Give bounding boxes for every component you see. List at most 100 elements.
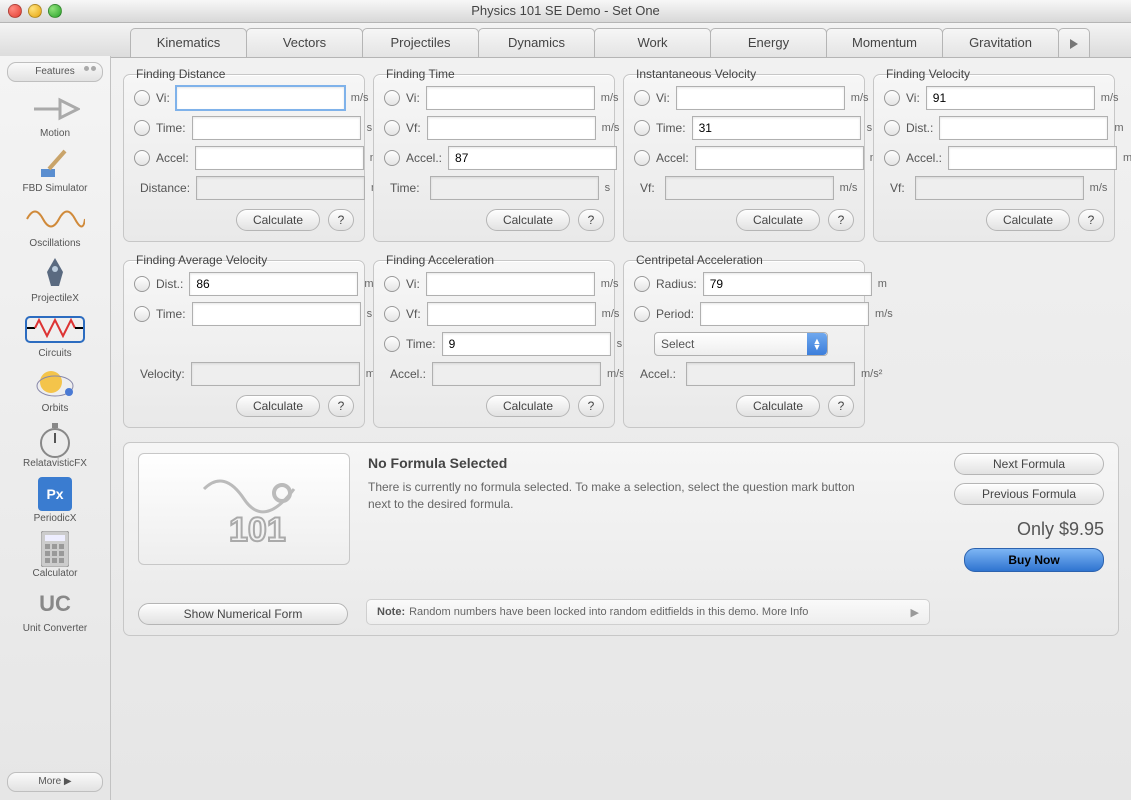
radio[interactable] xyxy=(384,306,400,322)
help-button[interactable]: ? xyxy=(328,395,354,417)
accel-input[interactable] xyxy=(195,146,364,170)
vi-input[interactable] xyxy=(676,86,845,110)
calculate-button[interactable]: Calculate xyxy=(236,395,320,417)
radio[interactable] xyxy=(384,120,400,136)
time-input[interactable] xyxy=(192,116,361,140)
features-header[interactable]: Features xyxy=(7,62,103,82)
minimize-icon[interactable] xyxy=(28,4,42,18)
radio[interactable] xyxy=(634,306,650,322)
zoom-icon[interactable] xyxy=(48,4,62,18)
time-input[interactable] xyxy=(692,116,861,140)
calculate-button[interactable]: Calculate xyxy=(486,209,570,231)
help-button[interactable]: ? xyxy=(578,395,604,417)
radio[interactable] xyxy=(134,120,150,136)
calculate-button[interactable]: Calculate xyxy=(486,395,570,417)
accel-output xyxy=(686,362,855,386)
accel-input[interactable] xyxy=(695,146,864,170)
radio[interactable] xyxy=(884,90,900,106)
tab-energy[interactable]: Energy xyxy=(710,28,827,57)
radius-input[interactable] xyxy=(703,272,872,296)
sidebar-item-motion[interactable]: Motion xyxy=(10,90,100,139)
panel-centripetal-accel: Centripetal Acceleration Radius:m Period… xyxy=(623,260,865,428)
formula-body: There is currently no formula selected. … xyxy=(368,479,868,513)
time-output xyxy=(430,176,599,200)
sidebar-more-button[interactable]: More ▶ xyxy=(7,772,103,792)
vf-input[interactable] xyxy=(427,302,596,326)
tab-kinematics[interactable]: Kinematics xyxy=(130,28,247,57)
radio[interactable] xyxy=(634,276,650,292)
tab-work[interactable]: Work xyxy=(594,28,711,57)
radio[interactable] xyxy=(884,120,900,136)
radio[interactable] xyxy=(384,276,400,292)
radio[interactable] xyxy=(134,150,150,166)
help-button[interactable]: ? xyxy=(1078,209,1104,231)
dist-input[interactable] xyxy=(939,116,1108,140)
accel-input[interactable] xyxy=(448,146,617,170)
tab-projectiles[interactable]: Projectiles xyxy=(362,28,479,57)
vi-input[interactable] xyxy=(426,272,595,296)
time-input[interactable] xyxy=(442,332,611,356)
vi-input[interactable] xyxy=(426,86,595,110)
radio[interactable] xyxy=(134,276,150,292)
tab-bar: Kinematics Vectors Projectiles Dynamics … xyxy=(0,23,1131,58)
radio[interactable] xyxy=(634,120,650,136)
sidebar-item-projectilex[interactable]: ProjectileX xyxy=(10,255,100,304)
radio[interactable] xyxy=(384,336,400,352)
tab-dynamics[interactable]: Dynamics xyxy=(478,28,595,57)
stopwatch-icon xyxy=(35,419,75,459)
previous-formula-button[interactable]: Previous Formula xyxy=(954,483,1104,505)
sidebar-item-orbits[interactable]: Orbits xyxy=(10,365,100,414)
uc-icon: UC xyxy=(33,589,77,619)
vf-output xyxy=(915,176,1084,200)
buy-now-button[interactable]: Buy Now xyxy=(964,548,1104,572)
svg-text:Px: Px xyxy=(46,486,63,502)
close-icon[interactable] xyxy=(8,4,22,18)
calculate-button[interactable]: Calculate xyxy=(736,209,820,231)
radio[interactable] xyxy=(134,306,150,322)
sidebar-item-fbd[interactable]: FBD Simulator xyxy=(10,145,100,194)
calculate-button[interactable]: Calculate xyxy=(986,209,1070,231)
calculate-button[interactable]: Calculate xyxy=(736,395,820,417)
help-button[interactable]: ? xyxy=(578,209,604,231)
sidebar-item-unitconverter[interactable]: UC Unit Converter xyxy=(10,585,100,634)
accel-input[interactable] xyxy=(948,146,1117,170)
note-box[interactable]: Note: Random numbers have been locked in… xyxy=(366,599,930,625)
radio[interactable] xyxy=(884,150,900,166)
help-button[interactable]: ? xyxy=(828,395,854,417)
panel-avg-velocity: Finding Average Velocity Dist.:m Time:s … xyxy=(123,260,365,428)
help-button[interactable]: ? xyxy=(828,209,854,231)
vi-input[interactable] xyxy=(176,86,345,110)
radio[interactable] xyxy=(634,150,650,166)
calculate-button[interactable]: Calculate xyxy=(236,209,320,231)
window-controls xyxy=(8,4,62,18)
panel-finding-velocity: Finding Velocity Vi:m/s Dist.:m Accel.:m… xyxy=(873,74,1115,242)
sidebar-item-periodicx[interactable]: Px PeriodicX xyxy=(10,475,100,524)
sidebar-item-relativistic[interactable]: RelatavisticFX xyxy=(10,420,100,469)
sidebar-item-calculator[interactable]: Calculator xyxy=(10,530,100,579)
radio[interactable] xyxy=(384,90,400,106)
unit-select[interactable]: Select▲▼ xyxy=(654,332,828,356)
vf-input[interactable] xyxy=(427,116,596,140)
sidebar-item-oscillations[interactable]: Oscillations xyxy=(10,200,100,249)
resistor-icon xyxy=(27,318,83,341)
show-numerical-button[interactable]: Show Numerical Form xyxy=(138,603,348,625)
velocity-output xyxy=(191,362,360,386)
tab-gravitation[interactable]: Gravitation xyxy=(942,28,1059,57)
help-button[interactable]: ? xyxy=(328,209,354,231)
radio[interactable] xyxy=(634,90,650,106)
svg-text:101: 101 xyxy=(229,511,286,549)
next-formula-button[interactable]: Next Formula xyxy=(954,453,1104,475)
tab-momentum[interactable]: Momentum xyxy=(826,28,943,57)
tab-more[interactable] xyxy=(1058,28,1090,57)
radio[interactable] xyxy=(134,90,150,106)
dots-icon xyxy=(84,66,96,71)
sidebar-item-circuits[interactable]: Circuits xyxy=(10,310,100,359)
distance-output xyxy=(196,176,365,200)
dist-input[interactable] xyxy=(189,272,358,296)
radio[interactable] xyxy=(384,150,400,166)
tab-vectors[interactable]: Vectors xyxy=(246,28,363,57)
arrow-icon xyxy=(30,94,80,124)
period-input[interactable] xyxy=(700,302,869,326)
vi-input[interactable] xyxy=(926,86,1095,110)
time-input[interactable] xyxy=(192,302,361,326)
